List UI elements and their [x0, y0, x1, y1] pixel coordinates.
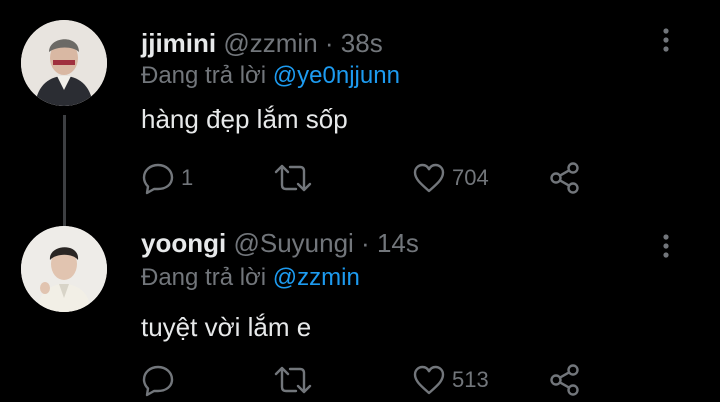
share-button[interactable]: [548, 158, 582, 198]
timestamp[interactable]: 14s: [377, 228, 419, 258]
more-options-button[interactable]: [652, 26, 680, 56]
timestamp[interactable]: 38s: [341, 28, 383, 58]
like-icon: [413, 163, 445, 193]
reply-button[interactable]: [141, 360, 181, 400]
reply-context: Đang trả lời @ye0njjunn: [141, 62, 400, 90]
like-button[interactable]: 513: [412, 360, 489, 400]
tweet-text: tuyệt vời lắm e: [141, 312, 312, 342]
reply-prefix: Đang trả lời: [141, 62, 267, 89]
retweet-button[interactable]: [273, 158, 319, 198]
share-icon: [550, 162, 579, 194]
more-options-button[interactable]: [652, 232, 680, 262]
like-count: 513: [452, 367, 489, 392]
tweet-text: hàng đẹp lắm sốp: [141, 104, 348, 134]
reply-mention-link[interactable]: @zzmin: [273, 264, 360, 291]
retweet-icon: [274, 164, 312, 192]
avatar[interactable]: [21, 226, 107, 312]
reply-button[interactable]: 1: [141, 158, 193, 198]
user-handle[interactable]: @zzmin: [223, 28, 317, 58]
user-handle[interactable]: @Suyungi: [233, 228, 353, 258]
reply-prefix: Đang trả lời: [141, 264, 267, 291]
reply-mention-link[interactable]: @ye0njjunn: [273, 62, 400, 89]
more-vertical-icon: [663, 234, 669, 258]
tweet-1[interactable]: jjimini @zzmin · 38s Đang trả lời @ye0nj…: [0, 0, 720, 200]
separator-dot: ·: [324, 28, 334, 58]
display-name[interactable]: jjimini: [141, 28, 216, 58]
separator-dot: ·: [361, 228, 370, 258]
share-icon: [550, 364, 579, 396]
avatar[interactable]: [21, 20, 107, 106]
like-count: 704: [452, 165, 489, 190]
tweet-actions: 513: [0, 360, 720, 400]
more-vertical-icon: [663, 28, 669, 52]
display-name[interactable]: yoongi: [141, 228, 226, 258]
reply-icon: [142, 163, 174, 195]
share-button[interactable]: [548, 360, 582, 400]
tweet-header: jjimini @zzmin · 38s: [141, 28, 383, 59]
reply-icon: [142, 365, 174, 397]
tweet-actions: 1 704: [0, 158, 720, 198]
tweet-2[interactable]: yoongi @Suyungi · 14s Đang trả lời @zzmi…: [0, 202, 720, 402]
retweet-button[interactable]: [273, 360, 319, 400]
retweet-icon: [274, 366, 312, 394]
tweet-header: yoongi @Suyungi · 14s: [141, 228, 419, 259]
like-button[interactable]: 704: [412, 158, 489, 198]
reply-context: Đang trả lời @zzmin: [141, 264, 360, 292]
reply-count: 1: [181, 165, 194, 190]
like-icon: [413, 365, 445, 395]
